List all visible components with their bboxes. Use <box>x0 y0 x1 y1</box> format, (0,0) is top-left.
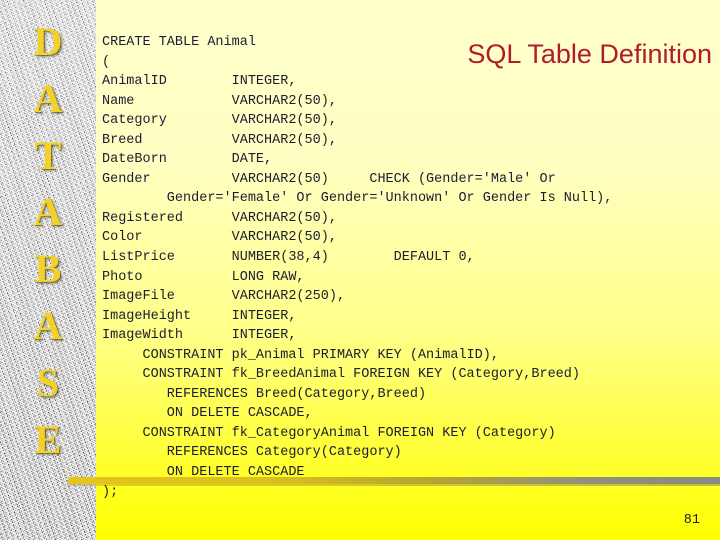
code-line: CONSTRAINT fk_BreedAnimal FOREIGN KEY (C… <box>102 367 580 383</box>
code-line: CREATE TABLE Animal <box>102 35 256 50</box>
code-line: Breed VARCHAR2(50), <box>102 132 337 148</box>
sidebar-letter-2: A <box>33 75 63 121</box>
code-line: CONSTRAINT pk_Animal PRIMARY KEY (Animal… <box>102 347 499 363</box>
code-line: Gender VARCHAR2(50) CHECK (Gender='Male'… <box>102 171 556 187</box>
code-line: ); <box>102 484 119 500</box>
code-line: DateBorn DATE, <box>102 152 273 168</box>
sidebar-letter-5: B <box>34 246 62 292</box>
code-line: Photo LONG RAW, <box>102 269 305 285</box>
sidebar-letter-3: T <box>34 132 62 178</box>
code-line: Registered VARCHAR2(50), <box>102 210 337 226</box>
code-line: AnimalID INTEGER, <box>102 74 297 90</box>
code-line: ON DELETE CASCADE, <box>102 406 313 422</box>
code-line: ImageHeight INTEGER, <box>102 308 297 324</box>
sidebar-letter-4: A <box>33 189 63 235</box>
sidebar-letter-7: S <box>36 359 60 405</box>
code-line: REFERENCES Breed(Category,Breed) <box>102 386 427 402</box>
code-line: Name VARCHAR2(50), <box>102 93 337 109</box>
code-line: ( <box>102 54 111 70</box>
code-line: ImageFile VARCHAR2(250), <box>102 289 346 305</box>
code-line: Gender='Female' Or Gender='Unknown' Or G… <box>102 191 613 207</box>
code-line: ImageWidth INTEGER, <box>102 328 297 344</box>
sql-code-block: CREATE TABLE Animal ( AnimalID INTEGER, Nam… <box>102 33 720 502</box>
code-line: Color VARCHAR2(50), <box>102 230 337 246</box>
slide-canvas: DATABASE SQL Table Definition CREATE TAB… <box>0 0 720 540</box>
code-line: CONSTRAINT fk_CategoryAnimal FOREIGN KEY… <box>102 425 556 441</box>
sidebar-letter-6: A <box>33 303 63 348</box>
sidebar-letter-1: D <box>33 19 63 64</box>
code-line: ListPrice NUMBER(38,4) DEFAULT 0, <box>102 250 475 266</box>
code-line: ON DELETE CASCADE <box>102 465 305 481</box>
code-line: Category VARCHAR2(50), <box>102 113 337 129</box>
sidebar-letter-8: E <box>34 416 62 462</box>
code-line: REFERENCES Category(Category) <box>102 445 402 461</box>
sidebar-vertical-title: DATABASE <box>0 0 96 540</box>
page-number: 81 <box>683 513 700 528</box>
